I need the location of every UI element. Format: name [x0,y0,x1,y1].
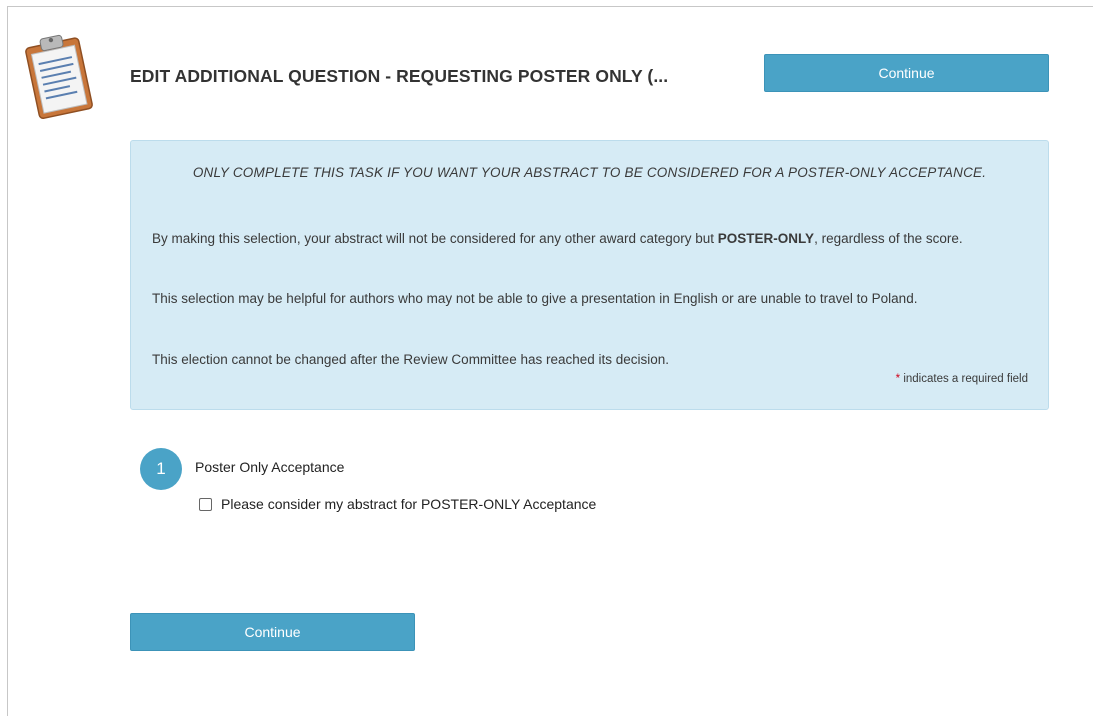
poster-only-checkbox-label[interactable]: Please consider my abstract for POSTER-O… [221,496,596,512]
instructions-heading: ONLY COMPLETE THIS TASK IF YOU WANT YOUR… [192,165,987,180]
continue-button-bottom[interactable]: Continue [130,613,415,651]
p1-bold-term: POSTER-ONLY [717,231,815,246]
question-label: Poster Only Acceptance [195,459,345,475]
required-note-text: indicates a required field [900,373,1028,385]
required-field-note: * indicates a required field [896,373,1028,385]
instructions-panel: ONLY COMPLETE THIS TASK IF YOU WANT YOUR… [130,140,1049,410]
instructions-paragraph-3: This election cannot be changed after th… [152,352,670,367]
clipboard-icon [20,28,100,122]
continue-button-top[interactable]: Continue [764,54,1049,92]
question-number-badge: 1 [140,448,182,490]
instructions-paragraph-1: By making this selection, your abstract … [152,229,1032,248]
page-title: EDIT ADDITIONAL QUESTION - REQUESTING PO… [130,66,669,86]
p1-text-start: By making this selection, your abstract … [152,231,718,246]
poster-only-checkbox[interactable] [199,498,212,511]
p1-text-end: , regardless of the score. [814,231,963,246]
instructions-paragraph-2: This selection may be helpful for author… [152,291,918,306]
